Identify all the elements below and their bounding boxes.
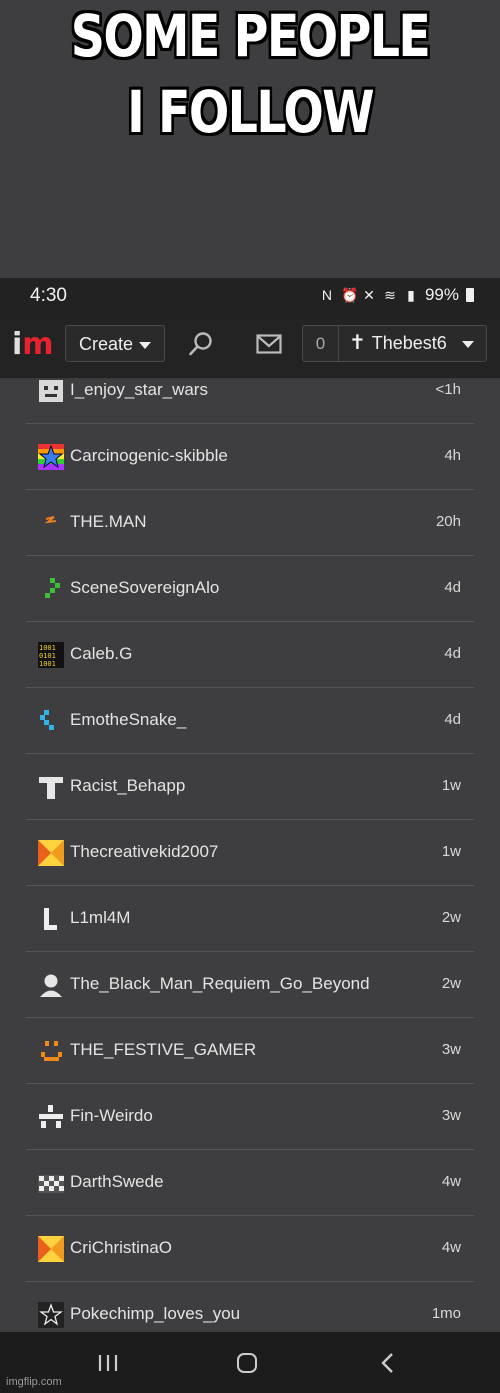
meme-caption-line-2: I FOLLOW xyxy=(127,78,374,146)
following-time: 1w xyxy=(441,843,461,860)
following-time: 4w xyxy=(441,1239,461,1256)
following-username[interactable]: Caleb.G xyxy=(70,644,132,664)
status-icons: N ⏰ ✕ ≋ ▮ 99% xyxy=(320,285,474,305)
rainbow-star-icon xyxy=(38,444,64,470)
svg-text:1001: 1001 xyxy=(39,660,56,668)
imgflip-logo[interactable]: im xyxy=(12,328,54,362)
system-navigation-bar xyxy=(0,1332,500,1393)
status-time: 4:30 xyxy=(30,285,67,306)
following-time: 1w xyxy=(441,777,461,794)
chevron-down-icon xyxy=(462,341,474,348)
following-list-item[interactable]: THE_FESTIVE_GAMER 3w xyxy=(26,1018,474,1084)
following-username[interactable]: Carcinogenic-skibble xyxy=(70,446,228,466)
following-username[interactable]: THE_FESTIVE_GAMER xyxy=(70,1040,256,1060)
following-time: <1h xyxy=(435,381,461,398)
following-username[interactable]: Thecreativekid2007 xyxy=(70,842,218,862)
orange-squiggle-icon xyxy=(38,510,64,536)
robot-face-icon xyxy=(38,378,64,404)
following-username[interactable]: CriChristinaO xyxy=(70,1238,172,1258)
following-time: 20h xyxy=(435,513,461,530)
alarm-icon: ⏰ xyxy=(340,286,359,303)
following-time: 3w xyxy=(441,1107,461,1124)
meme-caption: SOME PEOPLE I FOLLOW xyxy=(0,0,500,278)
following-username[interactable]: L1ml4M xyxy=(70,908,130,928)
following-list-item[interactable]: DarthSwede 4w xyxy=(26,1150,474,1216)
battery-percent: 99% xyxy=(424,285,459,304)
following-list-item[interactable]: L1ml4M 2w xyxy=(26,886,474,952)
following-list-item[interactable]: CriChristinaO 4w xyxy=(26,1216,474,1282)
orange-smiley-icon xyxy=(38,1038,64,1064)
following-username[interactable]: Fin-Weirdo xyxy=(70,1106,153,1126)
battery-icon xyxy=(466,288,474,302)
following-list-item[interactable]: I_enjoy_star_wars <1h xyxy=(26,378,474,424)
following-username[interactable]: Racist_Behapp xyxy=(70,776,185,796)
following-username[interactable]: EmotheSnake_ xyxy=(70,710,186,730)
wifi-icon: ≋ xyxy=(384,286,396,303)
following-list-item[interactable]: SceneSovereignAlo 4d xyxy=(26,556,474,622)
following-list-item[interactable]: THE.MAN 20h xyxy=(26,490,474,556)
username: Thebest6 xyxy=(371,333,447,353)
binary-code-icon: 1001 0101 1001 xyxy=(38,642,64,668)
signal-icon: ▮ xyxy=(407,286,415,303)
create-label: Create xyxy=(79,334,134,354)
svg-text:1001: 1001 xyxy=(39,644,56,652)
following-time: 3w xyxy=(441,1041,461,1058)
following-time: 4h xyxy=(444,447,461,464)
top-navbar: im Create 0 ✝ Thebest6 xyxy=(0,314,500,379)
following-list-item[interactable]: Carcinogenic-skibble 4h xyxy=(26,424,474,490)
status-bar: 4:30 N ⏰ ✕ ≋ ▮ 99% xyxy=(0,278,500,314)
following-time: 4d xyxy=(444,711,461,728)
following-username[interactable]: I_enjoy_star_wars xyxy=(70,380,208,400)
following-username[interactable]: THE.MAN xyxy=(70,512,147,532)
following-username[interactable]: DarthSwede xyxy=(70,1172,164,1192)
cross-icon: ✝ xyxy=(349,332,366,354)
mute-icon: ✕ xyxy=(363,286,375,303)
nfc-icon: N xyxy=(321,287,333,303)
orange-pinwheel-icon xyxy=(38,1236,64,1262)
notification-count-button[interactable]: 0 xyxy=(302,325,338,362)
person-silhouette-icon xyxy=(38,972,64,998)
meme-caption-line-1: SOME PEOPLE xyxy=(70,2,431,70)
home-icon[interactable] xyxy=(237,1353,257,1373)
following-username[interactable]: Pokechimp_loves_you xyxy=(70,1304,240,1324)
following-time: 2w xyxy=(441,909,461,926)
following-list: I_enjoy_star_wars <1h Carcinogenic-skibble… xyxy=(26,378,474,1332)
following-username[interactable]: SceneSovereignAlo xyxy=(70,578,219,598)
green-pixel-icon xyxy=(38,576,64,602)
following-list-item[interactable]: Racist_Behapp 1w xyxy=(26,754,474,820)
letter-l-icon xyxy=(38,906,64,932)
following-list-item[interactable]: 1001 0101 1001 Caleb.G 4d xyxy=(26,622,474,688)
checker-pattern-icon xyxy=(38,1170,64,1196)
following-list-item[interactable]: Pokechimp_loves_you 1mo xyxy=(26,1282,474,1332)
following-list-item[interactable]: EmotheSnake_ 4d xyxy=(26,688,474,754)
search-icon[interactable] xyxy=(188,331,214,357)
following-time: 4d xyxy=(444,645,461,662)
recent-apps-icon[interactable] xyxy=(97,1354,119,1372)
mail-icon[interactable] xyxy=(256,334,282,354)
outline-star-icon xyxy=(38,1302,64,1328)
back-icon[interactable] xyxy=(380,1352,394,1374)
following-username[interactable]: The_Black_Man_Requiem_Go_Beyond xyxy=(70,974,370,994)
following-time: 4w xyxy=(441,1173,461,1190)
following-list-item[interactable]: The_Black_Man_Requiem_Go_Beyond 2w xyxy=(26,952,474,1018)
following-time: 2w xyxy=(441,975,461,992)
white-blocks-icon xyxy=(38,1104,64,1130)
orange-pinwheel-icon xyxy=(38,840,64,866)
create-button[interactable]: Create xyxy=(65,325,165,362)
svg-text:0101: 0101 xyxy=(39,652,56,660)
white-shirt-icon xyxy=(38,774,64,800)
blue-pixel-snake-icon xyxy=(38,708,64,734)
following-time: 1mo xyxy=(431,1305,461,1322)
chevron-down-icon xyxy=(139,341,152,349)
user-menu-button[interactable]: ✝ Thebest6 xyxy=(338,325,487,362)
following-time: 4d xyxy=(444,579,461,596)
imgflip-watermark: imgflip.com xyxy=(6,1376,62,1388)
following-list-item[interactable]: Thecreativekid2007 1w xyxy=(26,820,474,886)
following-list-item[interactable]: Fin-Weirdo 3w xyxy=(26,1084,474,1150)
